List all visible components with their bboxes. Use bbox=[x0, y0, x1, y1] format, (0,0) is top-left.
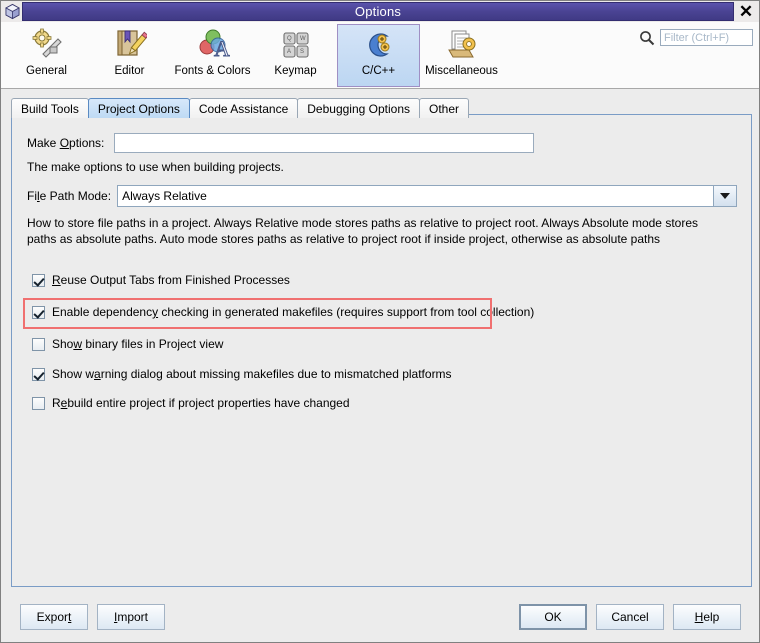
magnifier-icon[interactable] bbox=[639, 30, 655, 46]
checkbox-box[interactable] bbox=[32, 274, 45, 287]
checkbox-reuse-output-tabs[interactable]: Reuse Output Tabs from Finished Processe… bbox=[32, 273, 290, 287]
make-options-row: Make Options: bbox=[27, 133, 534, 153]
import-button[interactable]: Import bbox=[97, 604, 165, 630]
chevron-down-icon[interactable] bbox=[713, 186, 736, 206]
font-palette-icon: A bbox=[196, 28, 230, 62]
tab-debugging-options[interactable]: Debugging Options bbox=[297, 98, 420, 118]
file-path-mode-select[interactable]: Always Relative bbox=[117, 185, 737, 207]
checkbox-box[interactable] bbox=[32, 397, 45, 410]
category-label: General bbox=[26, 65, 67, 77]
tab-label: Project Options bbox=[98, 102, 180, 116]
checkbox-box[interactable] bbox=[32, 306, 45, 319]
checkbox-rebuild-entire-project[interactable]: Rebuild entire project if project proper… bbox=[32, 396, 350, 410]
category-c-cpp[interactable]: C/C++ bbox=[337, 24, 420, 87]
checkbox-box[interactable] bbox=[32, 368, 45, 381]
category-label: Keymap bbox=[274, 65, 316, 77]
checkbox-label: Show warning dialog about missing makefi… bbox=[52, 367, 452, 381]
file-path-mode-row: File Path Mode: Always Relative bbox=[27, 185, 737, 207]
cancel-label: Cancel bbox=[611, 610, 648, 624]
cube-icon bbox=[4, 3, 21, 20]
svg-text:A: A bbox=[214, 36, 230, 61]
checkbox-box[interactable] bbox=[32, 338, 45, 351]
footer-right-buttons: OK Cancel Help bbox=[519, 604, 741, 630]
gear-wrench-icon bbox=[30, 28, 64, 62]
tab-code-assistance[interactable]: Code Assistance bbox=[189, 98, 298, 118]
category-label: Editor bbox=[114, 65, 144, 77]
category-label: Fonts & Colors bbox=[174, 65, 250, 77]
book-pencil-icon bbox=[113, 28, 147, 62]
checkbox-label: Rebuild entire project if project proper… bbox=[52, 396, 350, 410]
tab-label: Build Tools bbox=[21, 102, 79, 116]
checkbox-show-warning-dialog[interactable]: Show warning dialog about missing makefi… bbox=[32, 367, 452, 381]
category-keymap[interactable]: Q W A S Keymap bbox=[254, 24, 337, 87]
svg-text:Q: Q bbox=[287, 36, 292, 42]
category-fonts-colors[interactable]: A Fonts & Colors bbox=[171, 24, 254, 87]
checkbox-label: Enable dependency checking in generated … bbox=[52, 305, 534, 319]
category-toolbar: General Editor bbox=[1, 22, 759, 89]
checkbox-show-binary-files[interactable]: Show binary files in Project view bbox=[32, 337, 223, 351]
file-path-mode-value: Always Relative bbox=[118, 186, 713, 206]
file-path-mode-help: How to store file paths in a project. Al… bbox=[27, 215, 717, 247]
svg-text:A: A bbox=[287, 49, 291, 55]
tab-bar: Build Tools Project Options Code Assista… bbox=[11, 97, 759, 118]
tab-label: Code Assistance bbox=[199, 102, 288, 116]
make-options-input[interactable] bbox=[114, 133, 534, 153]
checkbox-enable-dependency-checking[interactable]: Enable dependency checking in generated … bbox=[32, 305, 534, 319]
keyboard-keys-icon: Q W A S bbox=[279, 28, 313, 62]
file-path-mode-label: File Path Mode: bbox=[27, 189, 111, 203]
category-general[interactable]: General bbox=[5, 24, 88, 87]
export-button[interactable]: Export bbox=[20, 604, 88, 630]
project-options-panel: Make Options: The make options to use wh… bbox=[11, 114, 752, 587]
close-icon[interactable]: ✕ bbox=[735, 2, 757, 21]
svg-text:S: S bbox=[300, 49, 304, 55]
options-dialog: Options ✕ bbox=[0, 0, 760, 643]
footer-left-buttons: Export Import bbox=[20, 604, 165, 630]
ok-button[interactable]: OK bbox=[519, 604, 587, 630]
help-label: Help bbox=[695, 610, 720, 624]
category-editor[interactable]: Editor bbox=[88, 24, 171, 87]
cancel-button[interactable]: Cancel bbox=[596, 604, 664, 630]
category-miscellaneous[interactable]: Miscellaneous bbox=[420, 24, 503, 87]
export-label: Export bbox=[37, 610, 72, 624]
c-plus-plus-icon bbox=[362, 28, 396, 62]
import-label: Import bbox=[114, 610, 148, 624]
category-label: C/C++ bbox=[362, 65, 395, 77]
title-bar: Options ✕ bbox=[1, 1, 759, 22]
tab-project-options[interactable]: Project Options bbox=[88, 98, 190, 118]
window-title: Options bbox=[355, 4, 401, 19]
window-title-strip: Options bbox=[22, 2, 734, 21]
checkbox-label: Reuse Output Tabs from Finished Processe… bbox=[52, 273, 290, 287]
make-options-help: The make options to use when building pr… bbox=[27, 159, 284, 175]
filter-input[interactable] bbox=[660, 29, 753, 46]
ok-label: OK bbox=[544, 610, 561, 624]
filter-area bbox=[639, 29, 753, 46]
category-label: Miscellaneous bbox=[425, 65, 498, 77]
svg-text:W: W bbox=[300, 36, 306, 42]
tab-label: Debugging Options bbox=[307, 102, 410, 116]
checkbox-label: Show binary files in Project view bbox=[52, 337, 223, 351]
make-options-label: Make Options: bbox=[27, 136, 104, 150]
tab-other[interactable]: Other bbox=[419, 98, 469, 118]
tab-build-tools[interactable]: Build Tools bbox=[11, 98, 89, 118]
help-button[interactable]: Help bbox=[673, 604, 741, 630]
documents-gear-icon bbox=[445, 28, 479, 62]
tab-label: Other bbox=[429, 102, 459, 116]
